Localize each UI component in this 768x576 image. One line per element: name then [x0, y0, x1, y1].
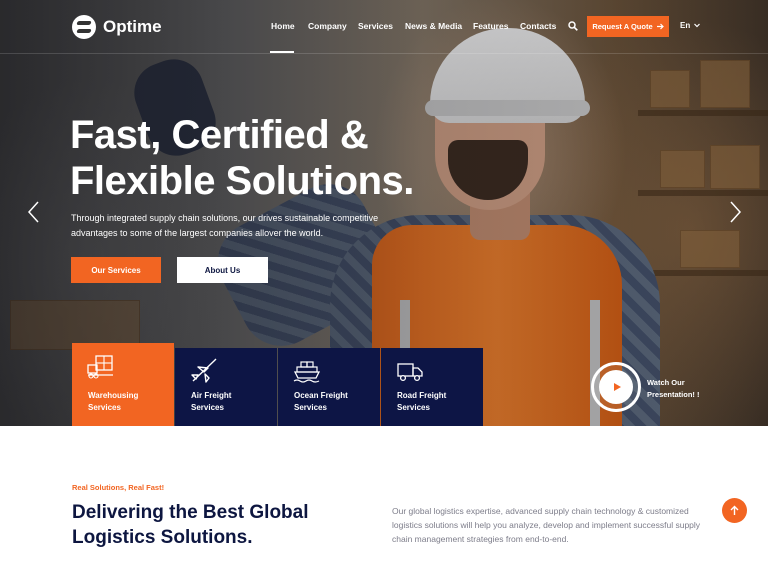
service-card-ocean-freight[interactable]: Ocean Freight Services — [278, 348, 380, 426]
section-eyebrow: Real Solutions, Real Fast! — [72, 483, 165, 492]
nav-news-media[interactable]: News & Media — [405, 21, 462, 31]
service-card-label: Warehousing Services — [88, 391, 139, 412]
airplane-icon — [191, 358, 217, 383]
warehouse-icon — [87, 355, 113, 379]
language-selector[interactable]: En — [680, 21, 701, 30]
search-icon[interactable] — [568, 21, 578, 31]
nav-home[interactable]: Home — [271, 21, 295, 31]
play-button-inner — [599, 370, 633, 404]
service-card-warehousing[interactable]: Warehousing Services — [72, 343, 174, 426]
service-card-road-freight[interactable]: Road Freight Services — [381, 348, 483, 426]
ship-icon — [293, 361, 321, 383]
site-header: Optime Home Company Services News & Medi… — [0, 0, 768, 54]
play-video-button[interactable] — [591, 362, 641, 412]
hero-title-line1: Fast, Certified & — [70, 113, 369, 157]
watch-presentation-text[interactable]: Watch Our Presentation! ! — [647, 377, 700, 401]
arrow-up-icon — [730, 505, 739, 515]
chevron-down-icon — [694, 23, 701, 28]
nav-services[interactable]: Services — [358, 21, 393, 31]
service-card-label: Ocean Freight Services — [294, 391, 348, 412]
hero-title: Fast, Certified & Flexible Solutions. — [70, 112, 414, 204]
service-card-label: Air Freight Services — [191, 391, 232, 412]
nav-active-indicator — [270, 51, 294, 53]
service-card-air-freight[interactable]: Air Freight Services — [175, 348, 277, 426]
scroll-to-top-button[interactable] — [722, 498, 747, 523]
about-us-button[interactable]: About Us — [177, 257, 268, 283]
logo-icon — [72, 15, 96, 39]
watch-label-line2: Presentation! ! — [647, 390, 700, 399]
logo[interactable]: Optime — [72, 15, 162, 39]
logo-text: Optime — [103, 17, 162, 36]
hero-title-line2: Flexible Solutions. — [70, 159, 414, 203]
section-description: Our global logistics expertise, advanced… — [392, 506, 701, 544]
arrow-right-icon — [656, 23, 664, 30]
nav-company[interactable]: Company — [308, 21, 347, 31]
nav-contacts[interactable]: Contacts — [520, 21, 556, 31]
slider-prev-arrow-icon[interactable] — [26, 200, 40, 224]
our-services-button[interactable]: Our Services — [71, 257, 161, 283]
play-icon — [613, 383, 621, 391]
section-title: Delivering the Best Global Logistics Sol… — [72, 502, 309, 548]
watch-label-line1: Watch Our — [647, 378, 685, 387]
truck-icon — [397, 363, 423, 382]
service-card-label: Road Freight Services — [397, 391, 447, 412]
slider-next-arrow-icon[interactable] — [729, 200, 743, 224]
language-label: En — [680, 21, 691, 30]
request-quote-label: Request A Quote — [592, 22, 653, 31]
hero-subtitle: Through integrated supply chain solution… — [71, 213, 379, 238]
nav-features[interactable]: Features — [473, 21, 508, 31]
request-quote-button[interactable]: Request A Quote — [587, 16, 669, 37]
